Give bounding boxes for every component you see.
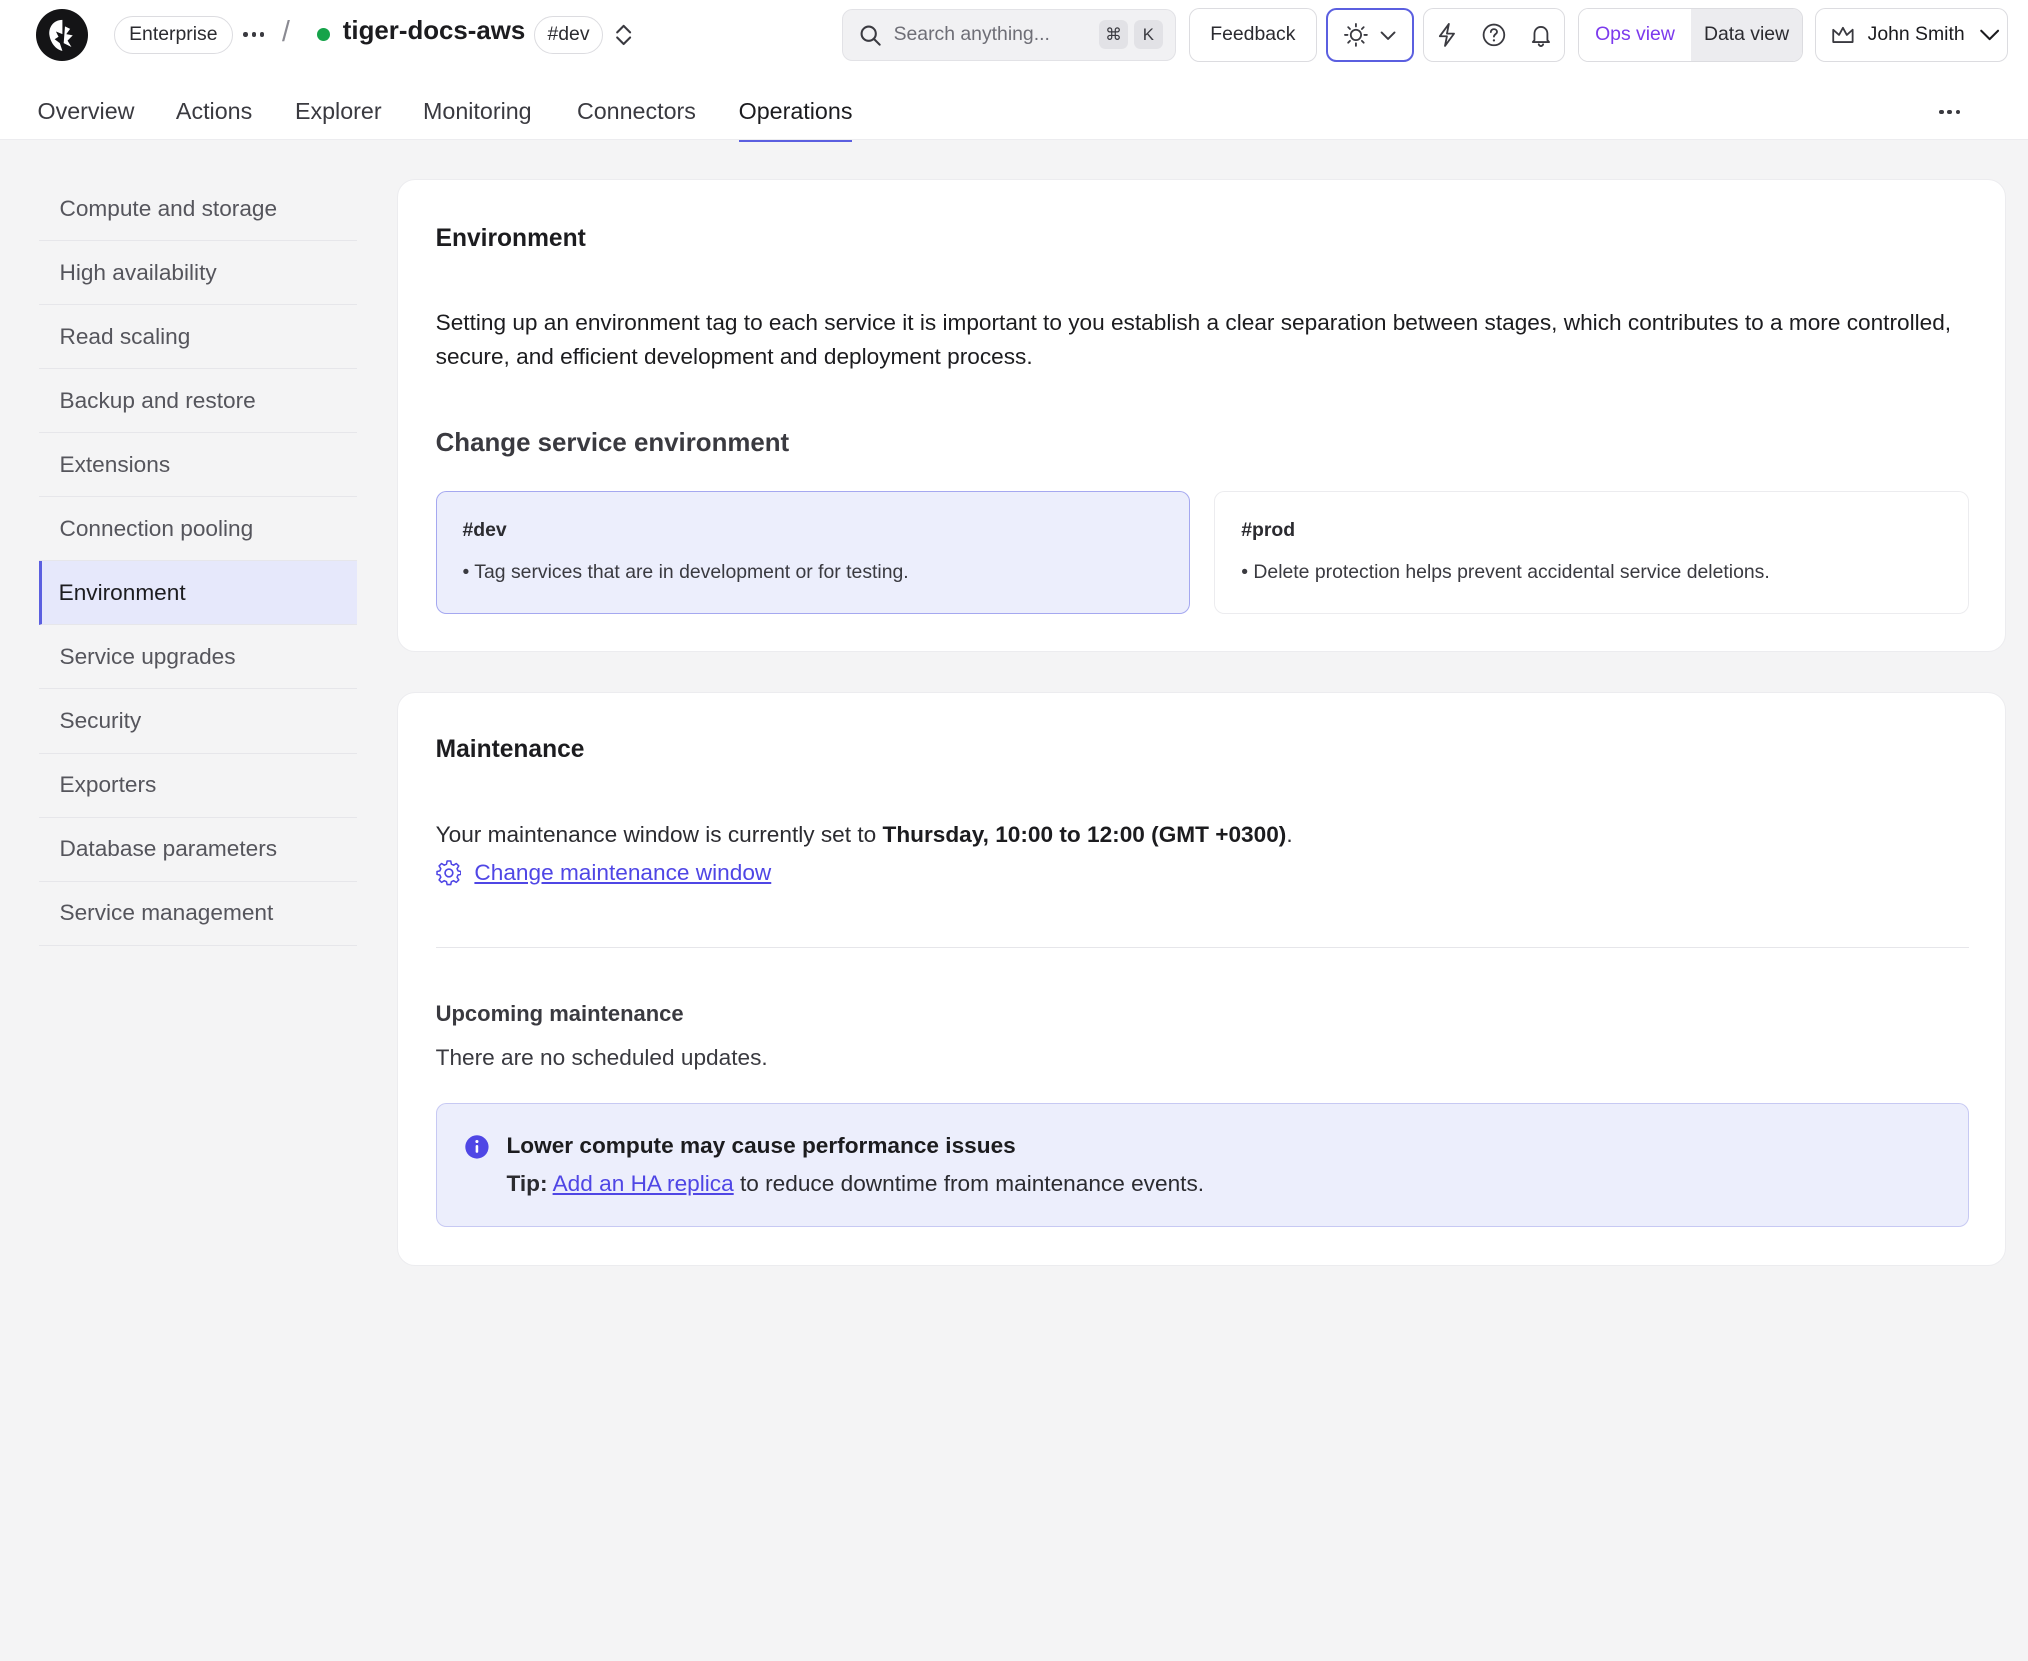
ops-view-button[interactable]: Ops view (1579, 8, 1691, 62)
service-name[interactable]: tiger-docs-aws (343, 17, 526, 46)
chevron-down-icon (1979, 29, 1999, 41)
data-view-button[interactable]: Data view (1690, 8, 1803, 62)
plan-badge[interactable]: Enterprise (113, 15, 233, 55)
shortcut-cmd-key: ⌘ (1099, 20, 1128, 49)
maintenance-window-value: Thursday, 10:00 to 12:00 (GMT +0300) (882, 822, 1287, 848)
help-icon[interactable] (1481, 22, 1507, 48)
user-name: John Smith (1867, 23, 1965, 46)
sidebar-item-service-management[interactable]: Service management (38, 882, 358, 946)
env-option-tag: #prod (1241, 519, 1296, 542)
sidebar-item-service-upgrades[interactable]: Service upgrades (38, 625, 358, 690)
maintenance-card: Maintenance Your maintenance window is c… (397, 692, 2007, 1267)
shortcut-k-key: K (1134, 20, 1163, 49)
sidebar-item-read-scaling[interactable]: Read scaling (38, 305, 358, 370)
gear-icon (435, 860, 462, 886)
search-box[interactable]: Search anything... ⌘ K (842, 9, 1176, 61)
sun-icon (1343, 23, 1368, 47)
env-option-prod[interactable]: #prod • Delete protection helps prevent … (1214, 491, 1969, 615)
sidebar-item-compute-and-storage[interactable]: Compute and storage (38, 177, 358, 242)
change-maintenance-window-row[interactable]: Change maintenance window (435, 860, 771, 886)
callout-tip-label: Tip: (506, 1171, 548, 1197)
chevron-down-icon (1380, 31, 1396, 40)
crown-icon (1832, 26, 1854, 43)
maintenance-window-suffix: . (1286, 822, 1293, 848)
main-tabs: Overview Actions Explorer Monitoring Con… (0, 80, 2028, 142)
top-header: Enterprise / tiger-docs-aws #dev Search … (0, 0, 2028, 142)
sidebar-item-exporters[interactable]: Exporters (38, 754, 358, 818)
user-menu-button[interactable]: John Smith (1814, 7, 2008, 63)
env-option-tag: #dev (462, 519, 507, 542)
sidebar-item-high-availability[interactable]: High availability (38, 241, 358, 306)
callout-tip-rest: to reduce downtime from maintenance even… (733, 1171, 1205, 1197)
section-divider (435, 946, 1969, 948)
callout-tip: Tip: Add an HA replica to reduce downtim… (506, 1171, 1204, 1197)
change-maintenance-window-link[interactable]: Change maintenance window (474, 860, 771, 886)
operations-sidebar: Compute and storage High availability Re… (38, 177, 358, 946)
header-icon-group (1422, 7, 1566, 63)
info-icon (465, 1135, 489, 1159)
upcoming-maintenance-title: Upcoming maintenance (435, 1000, 684, 1026)
search-icon (860, 25, 881, 46)
add-ha-replica-link[interactable]: Add an HA replica (553, 1171, 734, 1196)
performance-callout: Lower compute may cause performance issu… (435, 1103, 1969, 1228)
maintenance-title: Maintenance (435, 735, 585, 763)
view-toggle: Ops view Data view (1578, 7, 1804, 63)
logo-icon[interactable] (36, 9, 88, 61)
sidebar-item-environment[interactable]: Environment (38, 561, 358, 626)
search-placeholder: Search anything... (893, 22, 1050, 45)
sidebar-item-database-parameters[interactable]: Database parameters (38, 818, 358, 882)
theme-toggle-button[interactable] (1325, 7, 1414, 63)
tab-monitoring[interactable]: Monitoring (423, 98, 532, 125)
env-option-hint: • Tag services that are in development o… (462, 560, 909, 583)
service-status-dot (316, 28, 330, 42)
app-root: Enterprise / tiger-docs-aws #dev Search … (0, 0, 2028, 1285)
maintenance-window-prefix: Your maintenance window is currently set… (435, 822, 883, 848)
upcoming-maintenance-text: There are no scheduled updates. (435, 1044, 768, 1070)
change-environment-subtitle: Change service environment (435, 429, 790, 458)
callout-title: Lower compute may cause performance issu… (506, 1132, 1016, 1158)
sidebar-item-security[interactable]: Security (38, 689, 358, 754)
maintenance-window-text: Your maintenance window is currently set… (436, 822, 1293, 848)
sidebar-item-backup-and-restore[interactable]: Backup and restore (38, 369, 358, 434)
tab-explorer[interactable]: Explorer (295, 98, 382, 125)
env-option-hint: • Delete protection helps prevent accide… (1241, 560, 1770, 583)
environment-description: Setting up an environment tag to each se… (435, 310, 1952, 369)
env-option-dev[interactable]: #dev • Tag services that are in developm… (435, 491, 1190, 615)
tab-actions[interactable]: Actions (176, 98, 252, 125)
tab-connectors[interactable]: Connectors (577, 98, 696, 125)
environment-title: Environment (435, 224, 586, 252)
bell-icon[interactable] (1528, 22, 1554, 48)
environment-card: Environment Setting up an environment ta… (397, 178, 2007, 652)
sidebar-item-connection-pooling[interactable]: Connection pooling (38, 497, 358, 562)
lightning-icon[interactable] (1434, 22, 1460, 48)
more-horizontal-icon[interactable] (243, 32, 265, 37)
tab-operations[interactable]: Operations (738, 98, 852, 142)
tab-overview[interactable]: Overview (38, 98, 135, 125)
breadcrumb-separator: / (282, 15, 290, 48)
feedback-button[interactable]: Feedback (1188, 7, 1317, 63)
env-badge[interactable]: #dev (534, 15, 603, 55)
chevron-updown-icon[interactable] (612, 22, 635, 48)
more-horizontal-icon[interactable] (1939, 109, 1961, 115)
sidebar-item-extensions[interactable]: Extensions (38, 433, 358, 498)
